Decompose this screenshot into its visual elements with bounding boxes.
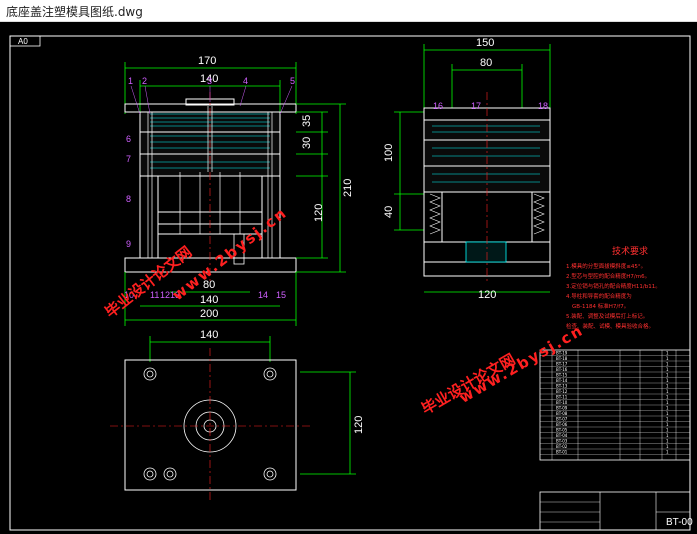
parts-row-qty: 1: [666, 411, 669, 416]
front-dim-right-1: 35: [301, 115, 313, 127]
parts-row-code: BT-04: [556, 433, 568, 438]
parts-row-code: BT-12: [556, 389, 568, 394]
parts-row-qty: 1: [666, 444, 669, 449]
side-dim-left-2: 40: [383, 206, 395, 218]
front-dim-bottom-3: 200: [200, 308, 218, 320]
side-dim-bottom-1: 120: [478, 289, 496, 301]
parts-row-code: BT-07: [556, 417, 568, 422]
front-dim-right-2: 30: [301, 137, 313, 149]
parts-row-qty: 1: [666, 428, 669, 433]
parts-row-qty: 1: [666, 406, 669, 411]
parts-row-code: BT-03: [556, 439, 568, 444]
parts-row-qty: 1: [666, 356, 669, 361]
front-dim-right-3: 120: [313, 204, 325, 222]
callout-16: 16: [433, 101, 443, 111]
parts-row-code: BT-06: [556, 422, 568, 427]
tech-req-line-1: 1.模具的分型面拔模斜度≤45°。: [566, 262, 646, 270]
parts-row-code: BT-02: [556, 444, 568, 449]
parts-row-qty: 1: [666, 450, 669, 455]
callout-1: 1: [128, 76, 133, 86]
parts-row-code: BT-11: [556, 395, 568, 400]
parts-row-qty: 1: [666, 400, 669, 405]
parts-row-code: BT-10: [556, 400, 568, 405]
parts-row-code: BT-15: [556, 373, 568, 378]
parts-row-code: BT-09: [556, 406, 568, 411]
tech-req-line-3: 3.定位销与销孔的配合精度H11/b11。: [566, 282, 661, 290]
window-title-bar: 底座盖注塑模具图纸.dwg: [0, 0, 697, 22]
plan-view: 140 120: [110, 329, 365, 502]
drawing-canvas[interactable]: A0 170 140 35 30 120 210 80 140 200 1 2 …: [0, 22, 697, 534]
callout-17: 17: [471, 101, 481, 111]
front-dim-top-1: 170: [198, 55, 216, 67]
callout-9: 9: [126, 239, 131, 249]
callout-14: 14: [258, 290, 268, 300]
drawing-number: BT-00: [666, 517, 693, 528]
side-dim-top-2: 80: [480, 57, 492, 69]
tech-req-line-2: 2.型芯与型腔的配合精度H7/m6。: [566, 272, 650, 280]
callout-12: 12: [160, 290, 170, 300]
tech-req-line-5: GB-1184 标准H7/f7。: [572, 302, 629, 310]
tech-req-title: 技术要求: [612, 245, 648, 257]
sheet-size-label: A0: [18, 37, 28, 46]
parts-row-code: BT-13: [556, 384, 568, 389]
callout-8: 8: [126, 194, 131, 204]
callout-2: 2: [142, 76, 147, 86]
callout-4: 4: [243, 76, 248, 86]
side-view: 150 80 100 40 120 16 17 18: [383, 37, 551, 301]
parts-row-qty: 1: [666, 417, 669, 422]
parts-row-code: BT-17: [556, 362, 568, 367]
parts-row-code: BT-05: [556, 428, 568, 433]
parts-row-qty: 1: [666, 351, 669, 356]
callout-7: 7: [126, 154, 131, 164]
parts-row-qty: 1: [666, 373, 669, 378]
title-block: BT-00: [539, 491, 693, 531]
parts-row-qty: 1: [666, 433, 669, 438]
side-dim-left-1: 100: [383, 144, 395, 162]
plan-dim-right: 120: [353, 416, 365, 434]
parts-row-qty: 1: [666, 367, 669, 372]
parts-list: BT-19 1BT-18 1BT-17 1BT-16 1BT-15 1BT-14 1BT-1…: [539, 349, 691, 461]
parts-row-code: BT-08: [556, 411, 568, 416]
parts-row-qty: 1: [666, 384, 669, 389]
callout-11: 11: [150, 290, 159, 300]
parts-row-qty: 1: [666, 389, 669, 394]
front-dim-right-4: 210: [342, 179, 354, 197]
parts-row-code: BT-16: [556, 367, 568, 372]
parts-row-code: BT-18: [556, 356, 568, 361]
parts-row-qty: 1: [666, 362, 669, 367]
parts-row-code: BT-01: [556, 450, 568, 455]
tech-req-line-4: 4.导柱和导套的配合精度为: [566, 292, 632, 300]
callout-3: 3: [207, 76, 212, 86]
callout-5: 5: [290, 76, 295, 86]
parts-row-qty: 1: [666, 378, 669, 383]
callout-15: 15: [276, 290, 286, 300]
parts-row-qty: 1: [666, 395, 669, 400]
front-dim-bottom-2: 140: [200, 294, 218, 306]
tech-requirements: 技术要求 1.模具的分型面拔模斜度≤45°。 2.型芯与型腔的配合精度H7/m6…: [566, 245, 661, 330]
plan-dim-top: 140: [200, 329, 218, 341]
callout-18: 18: [538, 101, 548, 111]
window-title: 底座盖注塑模具图纸.dwg: [6, 5, 143, 19]
tech-req-line-6: 5.装配、调整及试模后打上标记。: [566, 312, 648, 320]
cad-drawing: A0 170 140 35 30 120 210 80 140 200 1 2 …: [9, 35, 693, 531]
parts-row-code: BT-14: [556, 378, 568, 383]
side-dim-top-1: 150: [476, 37, 494, 49]
parts-row-qty: 1: [666, 422, 669, 427]
parts-row-qty: 1: [666, 439, 669, 444]
callout-6: 6: [126, 134, 131, 144]
